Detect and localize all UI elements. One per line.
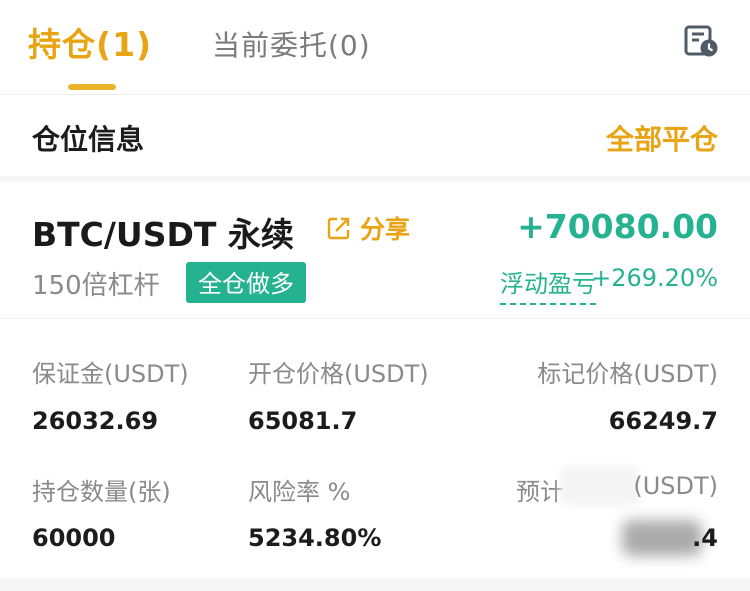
mark-price-label: 标记价格(USDT): [537, 360, 718, 388]
tab-positions[interactable]: 持仓(1): [28, 18, 152, 66]
risk-rate-label: 风险率 %: [248, 478, 351, 506]
risk-rate-value: 5234.80%: [248, 524, 382, 552]
liquidation-label-unit: (USDT): [633, 472, 718, 500]
liquidation-label-redaction: [560, 466, 640, 506]
mark-price-value: 66249.7: [608, 407, 718, 435]
unrealized-pnl-value: +70080.00: [517, 207, 718, 246]
floating-pnl-label[interactable]: 浮动盈亏: [500, 264, 596, 305]
contract-symbol[interactable]: BTC/USDT 永续: [32, 208, 294, 256]
quantity-label: 持仓数量(张): [32, 478, 171, 506]
share-label: 分享: [360, 215, 411, 244]
leverage-label[interactable]: 150倍杠杆: [32, 265, 160, 302]
bottom-separator: [0, 578, 750, 591]
margin-label: 保证金(USDT): [32, 360, 189, 388]
liquidation-value-redaction: [622, 520, 702, 556]
section-separator: [0, 176, 750, 182]
active-tab-indicator: [68, 84, 116, 90]
floating-pnl-percent: +269.20%: [591, 264, 718, 292]
quantity-value: 60000: [32, 524, 116, 552]
entry-price-label: 开仓价格(USDT): [248, 360, 429, 388]
share-icon: [327, 217, 350, 240]
liquidation-value-suffix: .4: [692, 524, 718, 552]
tab-open-orders[interactable]: 当前委托(0): [212, 24, 371, 64]
history-clock-icon[interactable]: [684, 24, 718, 58]
position-divider: [0, 318, 750, 319]
tab-divider: [0, 94, 750, 95]
entry-price-value: 65081.7: [248, 407, 358, 435]
close-all-button[interactable]: 全部平仓: [606, 118, 718, 158]
section-title: 仓位信息: [32, 123, 145, 156]
margin-mode-badge: 全仓做多: [186, 262, 306, 303]
share-button[interactable]: 分享: [326, 212, 410, 244]
margin-value: 26032.69: [32, 407, 159, 435]
liquidation-label-prefix: 预计: [516, 478, 564, 506]
tab-bar: 持仓(1) 当前委托(0): [0, 0, 750, 92]
